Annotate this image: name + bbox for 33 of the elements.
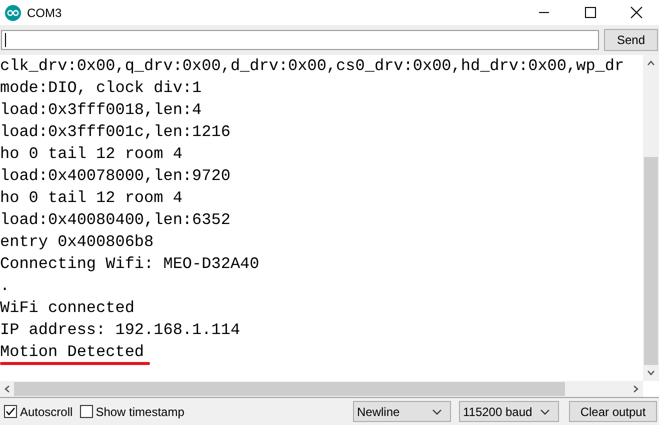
output-line: ho 0 tail 12 room 4: [0, 189, 182, 207]
scroll-up-icon[interactable]: [647, 60, 655, 66]
output-line: WiFi connected: [0, 299, 134, 317]
output-line: entry 0x400806b8: [0, 233, 154, 251]
output-line: load:0x40078000,len:9720: [0, 167, 230, 185]
dropdown[interactable]: 115200 baud: [459, 401, 559, 422]
output-line: clk_drv:0x00,q_drv:0x00,d_drv:0x00,cs0_drv:0x00,hd_drv:0x00,wp_dr: [0, 57, 624, 75]
output-line: .: [0, 277, 10, 295]
output-line: load:0x40080400,len:6352: [0, 211, 230, 229]
app-logo-icon: [5, 4, 21, 20]
scroll-left-icon[interactable]: [4, 385, 10, 393]
output-line: Motion Detected: [0, 343, 144, 361]
send-button[interactable]: Send: [604, 29, 658, 51]
vertical-scrollbar[interactable]: [643, 55, 659, 381]
clear-output-button[interactable]: Clear output: [569, 401, 657, 422]
dropdown[interactable]: Newline: [353, 401, 451, 422]
checkbox[interactable]: [80, 405, 93, 418]
checkbox[interactable]: [4, 405, 17, 418]
output-line: load:0x3fff001c,len:1216: [0, 123, 230, 141]
scroll-right-icon[interactable]: [633, 385, 639, 393]
chevron-down-icon: [432, 408, 442, 414]
chevron-down-icon: [540, 408, 550, 414]
output-line: ho 0 tail 12 room 4: [0, 145, 182, 163]
output-line: IP address: 192.168.1.114: [0, 321, 240, 339]
scroll-down-icon[interactable]: [647, 370, 655, 376]
output-line: load:0x3fff0018,len:4: [0, 101, 202, 119]
horizontal-scrollbar[interactable]: [0, 381, 659, 397]
window-title: COM3: [27, 6, 62, 20]
output-line: mode:DIO, clock div:1: [0, 79, 202, 97]
message-input-field[interactable]: [1, 30, 599, 50]
checkbox-label[interactable]: Show timestamp: [96, 404, 184, 418]
checkbox-label[interactable]: Autoscroll: [20, 404, 73, 418]
output-line: Connecting Wifi: MEO-D32A40: [0, 255, 260, 273]
